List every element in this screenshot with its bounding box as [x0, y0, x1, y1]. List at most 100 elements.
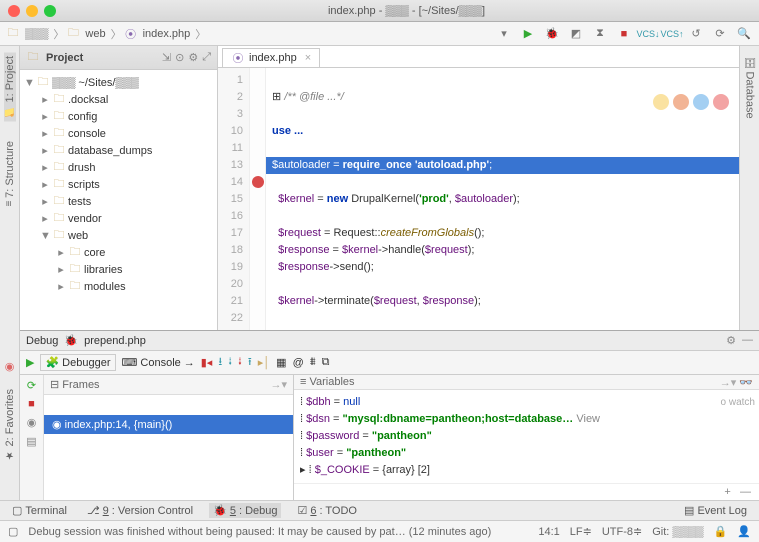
variable-row[interactable]: ⁞ $user = "pantheon"	[300, 445, 753, 462]
minimize-window-button[interactable]	[26, 5, 38, 17]
step-over-button[interactable]: ⭳	[218, 353, 222, 372]
debug-tab[interactable]: 🐞 5: Debug	[209, 503, 281, 518]
search-button[interactable]: 🔍	[735, 25, 753, 43]
history-button[interactable]: ↺	[687, 25, 705, 43]
project-tree[interactable]: ▼🗀▒▒▒ ~/Sites/▒▒▒ ▸🗀.docksal▸🗀config▸🗀co…	[20, 70, 217, 330]
breadcrumb-item[interactable]: index.php	[140, 28, 194, 40]
hide-panel-button[interactable]: ⤢	[202, 51, 211, 64]
favorites-tool-tab[interactable]: ★ 2: Favorites	[4, 389, 16, 460]
tree-item[interactable]: ▸🗀drush	[20, 159, 217, 176]
lock-icon[interactable]: 🔒	[714, 525, 728, 538]
chrome-icon[interactable]	[653, 94, 669, 110]
breakpoint-gutter[interactable]	[250, 68, 266, 330]
gear-icon[interactable]: ⚙	[188, 51, 198, 64]
twisty-icon[interactable]: ▸	[40, 195, 50, 208]
tree-item[interactable]: ▸🗀.docksal	[20, 91, 217, 108]
run-to-cursor-button[interactable]: ▸│	[258, 356, 270, 369]
debugger-tab[interactable]: 🧩 Debugger	[40, 354, 115, 371]
stop-button[interactable]: ■	[615, 25, 633, 43]
frames-nav-icon[interactable]: →▾	[270, 378, 287, 391]
zoom-window-button[interactable]	[44, 5, 56, 17]
variable-row[interactable]: ⁞ $dsn = "mysql:dbname=pantheon;host=dat…	[300, 411, 753, 428]
rerun-button[interactable]: ⟳	[27, 379, 36, 392]
variable-row[interactable]: ▸ ⁞ $_COOKIE = {array} [2]	[300, 462, 753, 479]
inspector-icon[interactable]: 👤	[737, 525, 751, 538]
git-branch[interactable]: Git: ▒▒▒▒	[652, 526, 703, 538]
stop-debug-button[interactable]: ▮◂	[201, 356, 213, 369]
todo-tab[interactable]: ☑ 6: TODO	[293, 503, 361, 518]
hide-panel-button[interactable]: —	[742, 334, 753, 347]
step-out-button[interactable]: ⭱	[248, 353, 252, 372]
editor-body[interactable]: 123101113141516171819202122 ⊞ /** @file …	[218, 68, 739, 330]
add-watch-button[interactable]: + —	[294, 483, 759, 500]
close-window-button[interactable]	[8, 5, 20, 17]
vcs-update-button[interactable]: VCS↓	[639, 25, 657, 43]
twisty-icon[interactable]: ▸	[56, 280, 66, 293]
structure-tool-tab[interactable]: ≡ 7: Structure	[4, 137, 16, 210]
watches-icon[interactable]: 👓	[739, 377, 753, 389]
pin-icon[interactable]: ⧉	[322, 356, 330, 369]
gear-icon[interactable]: ⚙	[726, 334, 736, 347]
vcs-commit-button[interactable]: VCS↑	[663, 25, 681, 43]
sync-button[interactable]: ⟳	[711, 25, 729, 43]
vars-nav-icon[interactable]: →▾	[720, 377, 737, 389]
variables-list[interactable]: o watch ⁞ $dbh = null ⁞ $dsn = "mysql:db…	[294, 390, 759, 483]
settings-icon[interactable]: ⩩	[310, 356, 316, 369]
resume-button[interactable]: ▶	[26, 356, 34, 369]
tree-item[interactable]: ▸🗀scripts	[20, 176, 217, 193]
twisty-icon[interactable]: ▸	[56, 246, 66, 259]
file-encoding[interactable]: UTF-8≑	[602, 525, 642, 538]
breakpoint-icon[interactable]	[252, 176, 264, 188]
variable-row[interactable]: ⁞ $password = "pantheon"	[300, 428, 753, 445]
twisty-icon[interactable]: ▸	[40, 144, 50, 157]
close-tab-button[interactable]: ×	[305, 52, 311, 64]
twisty-icon[interactable]: ▸	[40, 127, 50, 140]
twisty-icon[interactable]: ▼	[40, 230, 50, 242]
twisty-icon[interactable]: ▸	[56, 263, 66, 276]
tree-item[interactable]: ▸🗀core	[20, 244, 217, 261]
view-breakpoints-button[interactable]: ◉	[27, 416, 37, 429]
at-icon[interactable]: @	[293, 357, 304, 369]
line-separator[interactable]: LF≑	[570, 525, 592, 538]
console-tab[interactable]: ⌨ Console →	[122, 356, 195, 369]
profile-button[interactable]: ⧗	[591, 25, 609, 43]
debug-button[interactable]: 🐞	[543, 25, 561, 43]
stack-frame[interactable]: ◉ index.php:14, {main}()	[44, 415, 293, 434]
stop-button[interactable]: ■	[28, 398, 35, 410]
terminal-tab[interactable]: ▢ Terminal	[8, 503, 71, 518]
collapse-all-button[interactable]: ⇲	[162, 51, 171, 64]
opera-icon[interactable]	[713, 94, 729, 110]
event-log-tab[interactable]: ▤ Event Log	[680, 503, 751, 518]
twisty-icon[interactable]: ▼	[24, 77, 34, 89]
scroll-from-source-button[interactable]: ⊙	[175, 51, 184, 64]
force-step-into-button[interactable]: ⭭	[238, 353, 242, 372]
layout-button[interactable]: ▤	[26, 435, 36, 448]
cursor-position[interactable]: 14:1	[538, 526, 559, 538]
mute-breakpoints-icon[interactable]: ◉	[5, 360, 15, 373]
twisty-icon[interactable]: ▸	[40, 161, 50, 174]
tree-item[interactable]: ▸🗀modules	[20, 278, 217, 295]
run-button[interactable]: ▶	[519, 25, 537, 43]
tree-item[interactable]: ▸🗀libraries	[20, 261, 217, 278]
tree-item[interactable]: ▸🗀tests	[20, 193, 217, 210]
breadcrumb-item[interactable]: ▒▒▒	[22, 28, 51, 40]
twisty-icon[interactable]: ▸	[40, 212, 50, 225]
project-tool-tab[interactable]: 📁 1: Project	[4, 52, 16, 121]
database-tool-tab[interactable]: 🗄 Database	[744, 52, 756, 123]
twisty-icon[interactable]: ▸	[40, 93, 50, 106]
step-into-button[interactable]: ⭭	[228, 353, 232, 372]
tree-item[interactable]: ▼🗀web	[20, 227, 217, 244]
editor-tab[interactable]: ⦿ index.php ×	[222, 48, 320, 67]
tree-item[interactable]: ▸🗀config	[20, 108, 217, 125]
tree-root-label[interactable]: ▒▒▒ ~/Sites/▒▒▒	[52, 77, 139, 89]
tree-item[interactable]: ▸🗀database_dumps	[20, 142, 217, 159]
line-number-gutter[interactable]: 123101113141516171819202122	[218, 68, 250, 330]
tree-item[interactable]: ▸🗀vendor	[20, 210, 217, 227]
variable-row[interactable]: ⁞ $dbh = null	[300, 394, 753, 411]
twisty-icon[interactable]: ▸	[40, 178, 50, 191]
tree-item[interactable]: ▸🗀console	[20, 125, 217, 142]
run-config-dropdown[interactable]: ▾	[495, 25, 513, 43]
twisty-icon[interactable]: ▸	[40, 110, 50, 123]
status-icon[interactable]: ▢	[8, 525, 18, 538]
breadcrumb-item[interactable]: web	[82, 28, 108, 40]
